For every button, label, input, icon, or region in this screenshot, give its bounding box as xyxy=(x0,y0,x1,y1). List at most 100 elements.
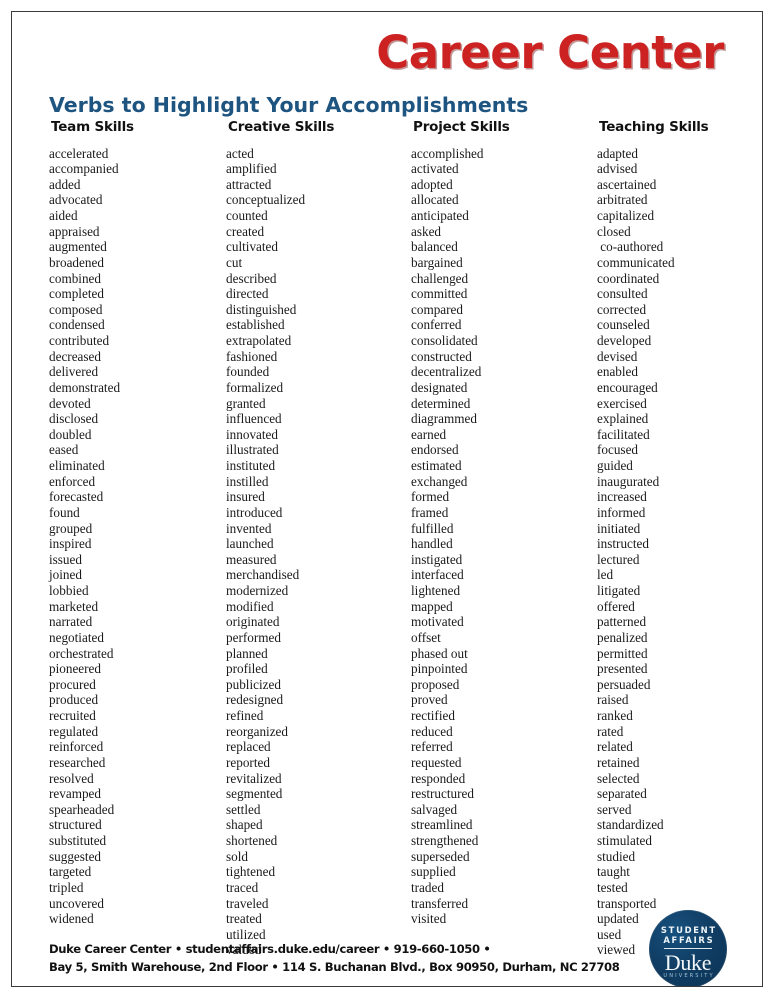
verb-column-creative-skills: Creative Skills acted amplified attracted c… xyxy=(226,120,414,959)
verb-list-item: revitalized xyxy=(226,770,282,786)
verb-list-item: enforced xyxy=(49,473,96,489)
verb-list-item: regulated xyxy=(49,723,99,739)
verb-list-item: anticipated xyxy=(411,208,469,223)
verb-list-item: shaped xyxy=(226,817,263,833)
verb-list-item: allocated xyxy=(411,192,459,208)
verb-list-item: spearheaded xyxy=(49,801,115,817)
verb-list-item: traveled xyxy=(226,895,269,911)
verb-list-item: performed xyxy=(226,629,281,645)
verb-list-item: fulfilled xyxy=(411,520,454,536)
verb-list-item: superseded xyxy=(411,848,470,864)
seal-university-text: UNIVERSITY xyxy=(663,973,715,979)
verb-list-item: conceptualized xyxy=(226,192,306,208)
verb-list-item: counseled xyxy=(597,317,650,333)
verb-list-item: adapted xyxy=(597,145,639,161)
verb-list-item: introduced xyxy=(226,504,283,520)
verb-list-item: salvaged xyxy=(411,801,458,817)
seal-student-text: STUDENT xyxy=(660,925,717,935)
verb-list-item: exercised xyxy=(597,395,647,411)
verb-list-item: found xyxy=(49,504,80,520)
verb-list-item: illustrated xyxy=(226,442,279,458)
verb-list-item: marketed xyxy=(49,598,99,614)
verb-list-item: segmented xyxy=(226,786,283,802)
verb-list-item: restructured xyxy=(411,786,474,802)
verb-list-item: researched xyxy=(49,754,106,770)
verb-list-item: adopted xyxy=(411,176,453,192)
verb-list-item: increased xyxy=(597,489,647,505)
verb-list-item: bargained xyxy=(411,254,463,270)
verb-list-item: decreased xyxy=(49,348,101,364)
verb-list-item: ranked xyxy=(597,708,633,723)
verb-list-item: produced xyxy=(49,692,99,708)
verb-list-item: tripled xyxy=(49,879,84,895)
verb-list-item: endorsed xyxy=(411,442,459,458)
verb-list-item: negotiated xyxy=(49,629,104,645)
verb-list-item: initiated xyxy=(597,520,641,536)
verb-list-item: capitalized xyxy=(597,208,655,223)
verb-list-item: advised xyxy=(597,161,638,177)
verb-list-item: innovated xyxy=(226,426,279,442)
verb-list-item: reorganized xyxy=(226,723,288,739)
verb-list-item: structured xyxy=(49,817,102,833)
verb-list-item: described xyxy=(226,270,277,286)
seal-duke-wordmark: Duke xyxy=(664,950,712,975)
verb-list-item: publicized xyxy=(226,676,281,692)
verb-list-item: grouped xyxy=(49,520,93,536)
verb-list-item: disclosed xyxy=(49,411,99,427)
verb-list-item: invented xyxy=(226,520,272,536)
verb-list-item: joined xyxy=(49,567,82,583)
footer-line-contact: Duke Career Center • studentaffairs.duke… xyxy=(49,942,491,956)
verb-list-item: framed xyxy=(411,504,449,520)
verb-list-item: persuaded xyxy=(597,676,651,692)
verb-list-item: motivated xyxy=(411,614,464,630)
word-list-creative-skills: acted amplified attracted conceptualized cou… xyxy=(226,146,414,959)
verb-list-item: accompanied xyxy=(49,161,119,177)
seal-affairs-text: AFFAIRS xyxy=(663,935,715,945)
verb-list-item: taught xyxy=(597,864,630,880)
verb-list-item: modified xyxy=(226,598,274,614)
verb-list-item: instituted xyxy=(226,458,276,473)
verb-list-item: redesigned xyxy=(226,692,284,708)
verb-list-item: reduced xyxy=(411,723,453,739)
verb-list-item: rectified xyxy=(411,708,455,723)
verb-list-item: widened xyxy=(49,911,94,927)
page-subtitle: Verbs to Highlight Your Accomplishments xyxy=(49,93,529,117)
verb-list-item: formed xyxy=(411,489,450,505)
verb-list-item: distinguished xyxy=(226,301,297,317)
verb-list-item: doubled xyxy=(49,426,92,442)
verb-list-item: led xyxy=(597,567,614,583)
verb-list-item: appraised xyxy=(49,223,100,239)
verb-list-item: estimated xyxy=(411,458,462,473)
verb-list-item: directed xyxy=(226,286,269,302)
verb-list-item: instructed xyxy=(597,536,650,552)
verb-list-item: condensed xyxy=(49,317,105,333)
verb-list-item: accelerated xyxy=(49,145,109,161)
verb-list-item: proved xyxy=(411,692,448,708)
verb-column-teaching-skills: Teaching Skills adapted advised ascertaine… xyxy=(597,120,762,958)
verb-list-item: communicated xyxy=(597,254,675,270)
verb-list-item: profiled xyxy=(226,661,268,677)
verb-list-item: selected xyxy=(597,770,640,786)
verb-list-item: requested xyxy=(411,754,462,770)
verb-list-item: devoted xyxy=(49,395,91,411)
verb-list-item: combined xyxy=(49,270,102,286)
verb-list-item: arbitrated xyxy=(597,192,648,208)
verb-list-item: committed xyxy=(411,286,468,302)
verb-list-item: consolidated xyxy=(411,333,478,348)
verb-list-item: ascertained xyxy=(597,176,657,192)
verb-list-item: amplified xyxy=(226,161,277,177)
verb-list-item: tested xyxy=(597,879,628,895)
verb-list-item: completed xyxy=(49,286,104,302)
verb-list-item: strengthened xyxy=(411,833,479,848)
verb-list-item: patterned xyxy=(597,614,647,630)
verb-list-item: transported xyxy=(597,895,657,911)
verb-list-item: offered xyxy=(597,598,635,614)
verb-list-item: responded xyxy=(411,770,466,786)
verb-list-item: lectured xyxy=(597,551,640,567)
verb-list-item: granted xyxy=(226,395,266,411)
verb-list-item: modernized xyxy=(226,583,289,598)
verb-list-item: corrected xyxy=(597,301,647,317)
verb-list-item: consulted xyxy=(597,286,648,302)
verb-list-item: devised xyxy=(597,348,638,364)
verb-list-item: advocated xyxy=(49,192,103,208)
